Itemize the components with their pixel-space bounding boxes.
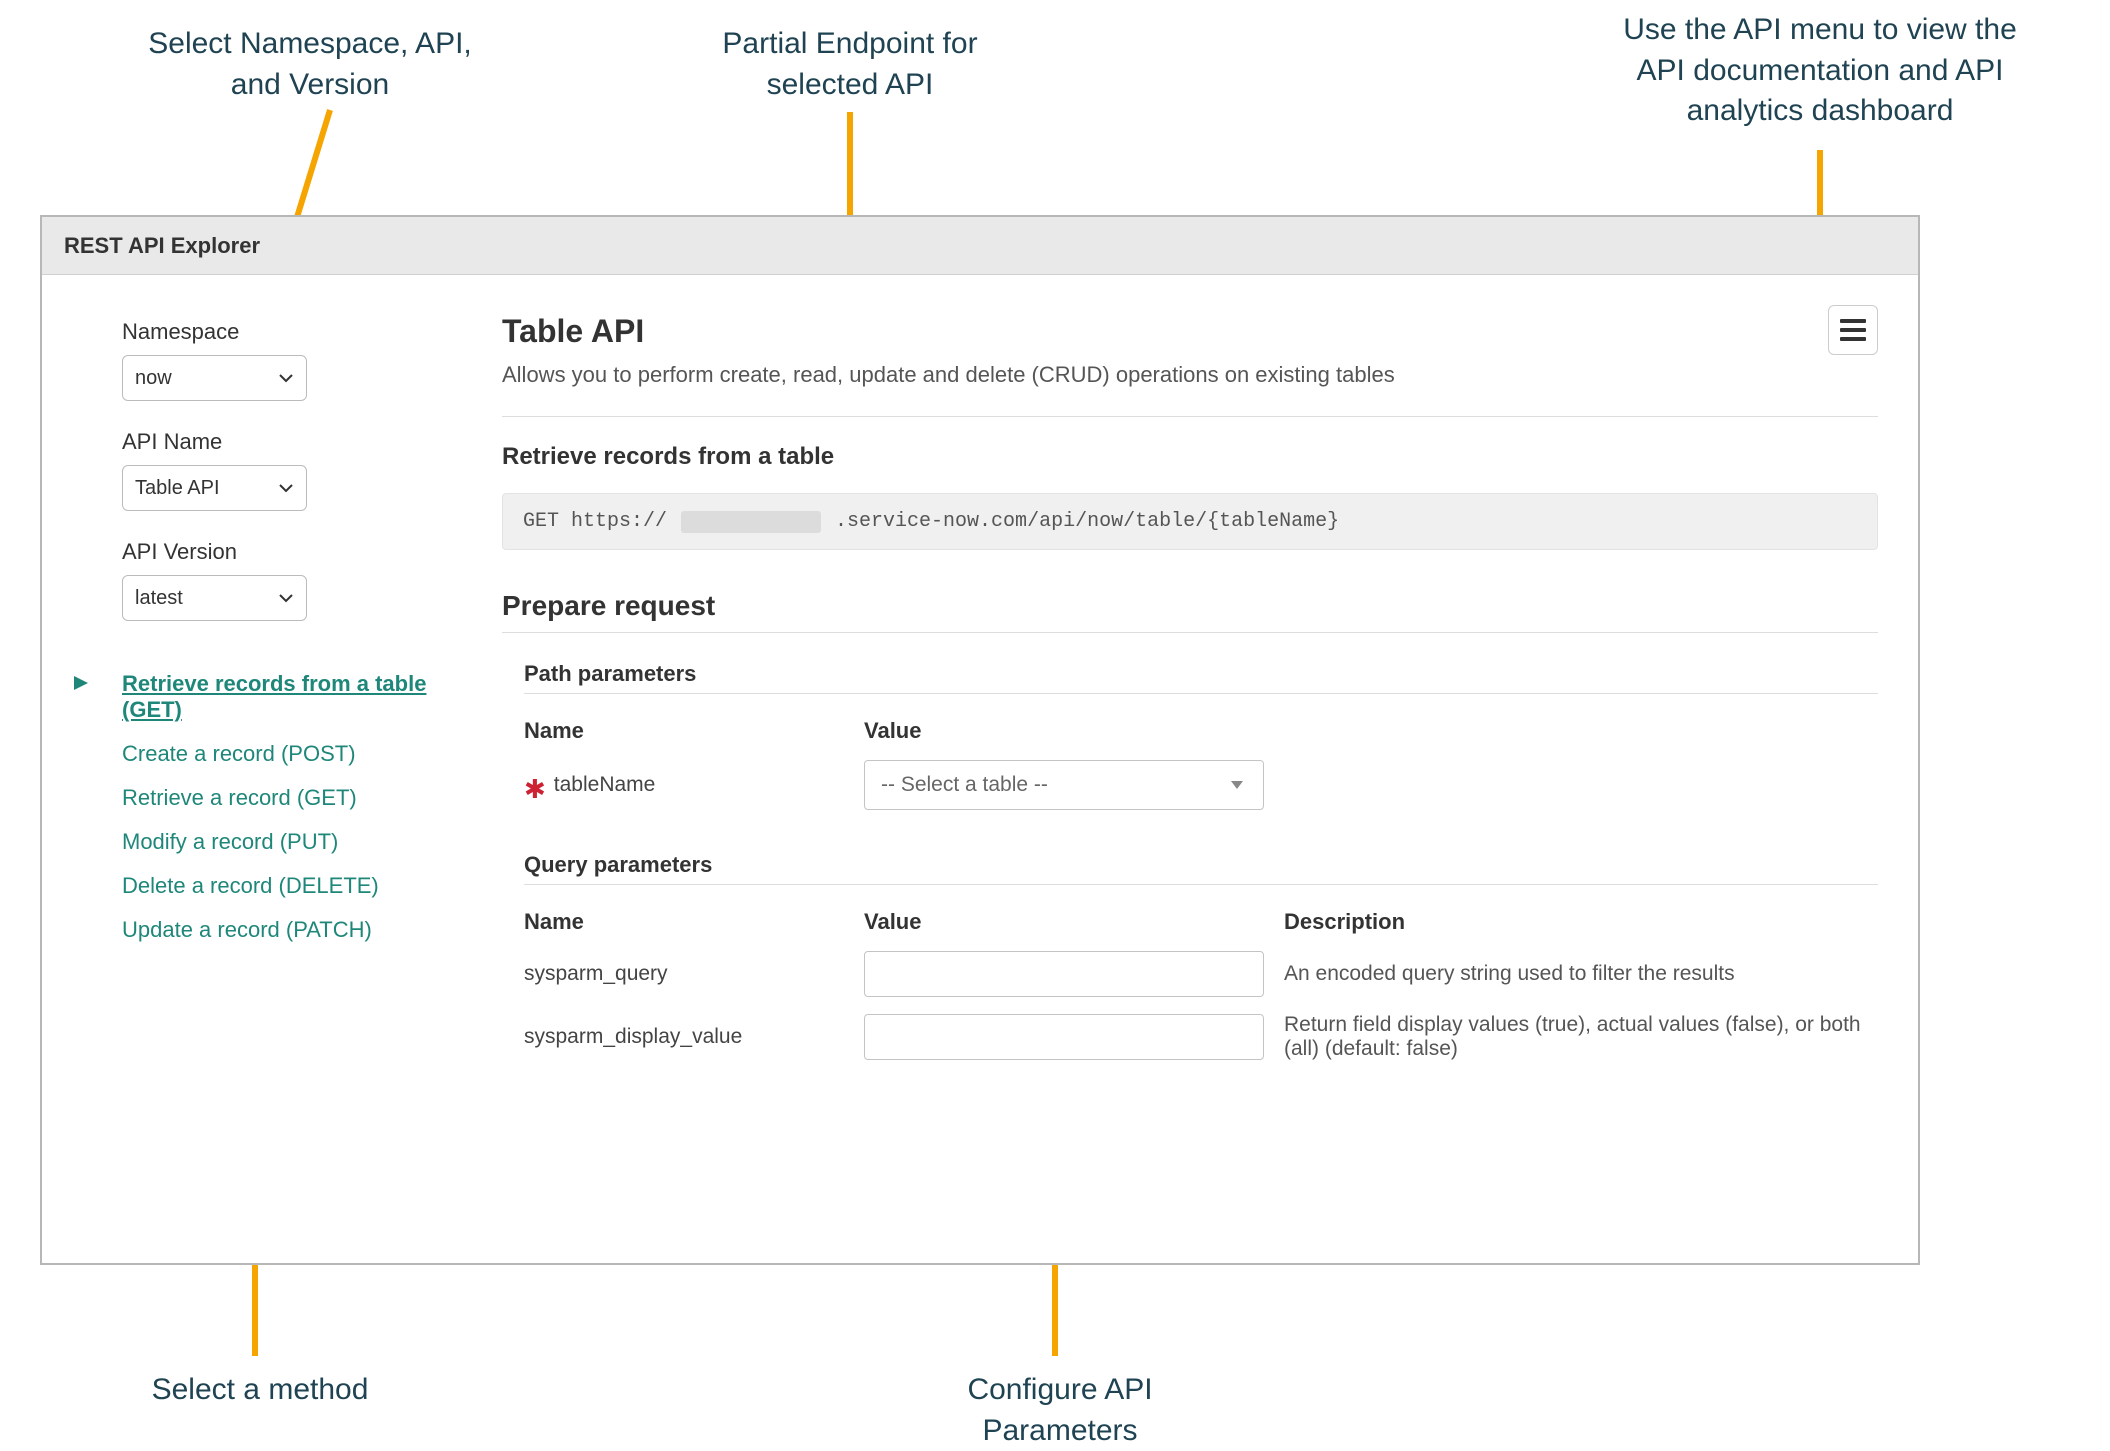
method-label: Create a record (POST) xyxy=(122,741,356,766)
retrieve-section-title: Retrieve records from a table xyxy=(502,443,1878,471)
method-create-record[interactable]: Create a record (POST) xyxy=(122,741,432,767)
path-param-name: tableName xyxy=(554,773,656,797)
api-name-label: API Name xyxy=(122,429,432,455)
api-name-value: Table API xyxy=(135,477,220,500)
chevron-down-icon xyxy=(278,482,294,494)
prepare-request-title: Prepare request xyxy=(502,590,1878,622)
sysparm-display-value-input[interactable] xyxy=(864,1014,1264,1060)
annotation-partial-endpoint: Partial Endpoint for selected API xyxy=(680,24,1020,105)
method-label: Update a record (PATCH) xyxy=(122,917,372,942)
path-col-name-header: Name xyxy=(524,718,864,744)
annotation-select-method: Select a method xyxy=(120,1370,400,1411)
api-version-value: latest xyxy=(135,587,183,610)
method-label: Modify a record (PUT) xyxy=(122,829,338,854)
method-label: Retrieve a record (GET) xyxy=(122,785,357,810)
query-col-name-header: Name xyxy=(524,909,864,935)
query-param-name: sysparm_query xyxy=(524,962,864,986)
endpoint-host-redacted xyxy=(681,511,821,533)
sidebar: Namespace now API Name Table API API Ver… xyxy=(42,275,472,1263)
app-titlebar: REST API Explorer xyxy=(42,217,1918,275)
api-name-select[interactable]: Table API xyxy=(122,465,307,511)
play-icon xyxy=(72,674,90,692)
hamburger-icon xyxy=(1840,319,1866,323)
method-label: Retrieve records from a table (GET) xyxy=(122,671,426,722)
annotation-select-namespace: Select Namespace, API, and Version xyxy=(120,24,500,105)
method-retrieve-records[interactable]: Retrieve records from a table (GET) xyxy=(82,671,432,723)
app-title: REST API Explorer xyxy=(64,233,260,259)
query-col-value-header: Value xyxy=(864,909,1284,935)
namespace-label: Namespace xyxy=(122,319,432,345)
divider xyxy=(524,693,1878,694)
chevron-down-icon xyxy=(278,372,294,384)
query-parameters-title: Query parameters xyxy=(524,852,1878,878)
query-col-desc-header: Description xyxy=(1284,909,1878,935)
divider xyxy=(502,632,1878,633)
triangle-down-icon xyxy=(1229,779,1245,791)
annotation-api-menu: Use the API menu to view the API documen… xyxy=(1570,10,2070,132)
endpoint-display: GET https:// .service-now.com/api/now/ta… xyxy=(502,493,1878,550)
method-retrieve-record[interactable]: Retrieve a record (GET) xyxy=(122,785,432,811)
main-panel: Table API Allows you to perform create, … xyxy=(472,275,1918,1263)
query-param-desc: An encoded query string used to filter t… xyxy=(1284,962,1878,986)
namespace-value: now xyxy=(135,367,172,390)
app-window: REST API Explorer Namespace now API Name… xyxy=(40,215,1920,1265)
method-list: Retrieve records from a table (GET) Crea… xyxy=(122,671,432,943)
table-name-select[interactable]: -- Select a table -- xyxy=(864,760,1264,810)
endpoint-prefix: GET https:// xyxy=(523,510,667,533)
divider xyxy=(524,884,1878,885)
path-parameters-title: Path parameters xyxy=(524,661,1878,687)
query-param-name: sysparm_display_value xyxy=(524,1025,864,1049)
annotation-configure-params: Configure API Parameters xyxy=(920,1370,1200,1451)
table-name-placeholder: -- Select a table -- xyxy=(881,773,1048,797)
sysparm-query-input[interactable] xyxy=(864,951,1264,997)
api-description: Allows you to perform create, read, upda… xyxy=(502,362,1828,388)
api-title: Table API xyxy=(502,313,1828,350)
path-col-value-header: Value xyxy=(864,718,1284,744)
query-param-desc: Return field display values (true), actu… xyxy=(1284,1013,1878,1061)
api-version-label: API Version xyxy=(122,539,432,565)
api-version-select[interactable]: latest xyxy=(122,575,307,621)
endpoint-suffix: .service-now.com/api/now/table/{tableNam… xyxy=(835,510,1339,533)
namespace-select[interactable]: now xyxy=(122,355,307,401)
method-delete-record[interactable]: Delete a record (DELETE) xyxy=(122,873,432,899)
method-label: Delete a record (DELETE) xyxy=(122,873,379,898)
method-update-record[interactable]: Update a record (PATCH) xyxy=(122,917,432,943)
chevron-down-icon xyxy=(278,592,294,604)
api-menu-button[interactable] xyxy=(1828,305,1878,355)
divider xyxy=(502,416,1878,417)
method-modify-record[interactable]: Modify a record (PUT) xyxy=(122,829,432,855)
